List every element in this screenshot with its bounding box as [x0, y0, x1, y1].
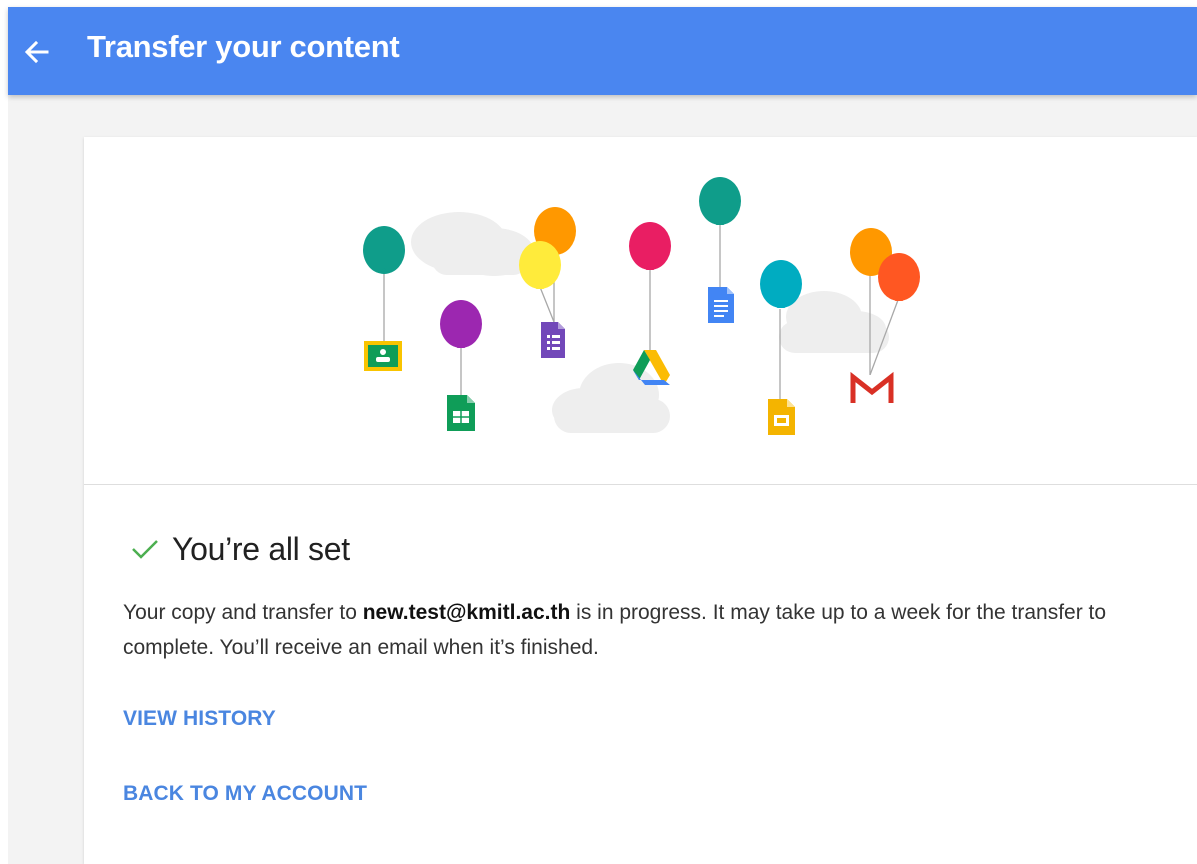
- balloon-icon: [629, 222, 671, 270]
- balloon-icon: [760, 260, 802, 308]
- balloon-icon: [519, 241, 561, 289]
- back-to-account-link[interactable]: BACK TO MY ACCOUNT: [123, 782, 367, 806]
- message-prefix: Your copy and transfer to: [123, 601, 363, 624]
- status-row: You’re all set: [128, 525, 350, 573]
- back-button[interactable]: [16, 31, 58, 73]
- transfer-card: You’re all set Your copy and transfer to…: [84, 137, 1197, 864]
- gmail-icon: [850, 371, 894, 403]
- forms-icon: [541, 322, 565, 358]
- balloon-icon: [440, 300, 482, 348]
- slides-icon: [768, 399, 795, 435]
- page: Transfer your content You’re all set You…: [0, 0, 1197, 864]
- transfer-message: Your copy and transfer to new.test@kmitl…: [123, 595, 1163, 665]
- cloud-icon: [552, 363, 670, 433]
- divider: [84, 484, 1197, 485]
- sheets-icon: [447, 395, 475, 431]
- app-bar: Transfer your content: [8, 7, 1197, 95]
- status-title: You’re all set: [172, 530, 350, 567]
- page-title: Transfer your content: [87, 29, 400, 64]
- docs-icon: [708, 287, 734, 323]
- view-history-link[interactable]: VIEW HISTORY: [123, 707, 276, 731]
- cloud-icon: [411, 212, 534, 276]
- balloons-illustration: [363, 177, 920, 435]
- classroom-icon: [364, 341, 402, 371]
- balloon-icon: [699, 177, 741, 225]
- balloon-icon: [363, 226, 405, 274]
- check-icon: [132, 540, 158, 559]
- destination-email: new.test@kmitl.ac.th: [362, 601, 571, 624]
- balloon-icon: [878, 253, 920, 301]
- arrow-back-icon: [24, 40, 49, 64]
